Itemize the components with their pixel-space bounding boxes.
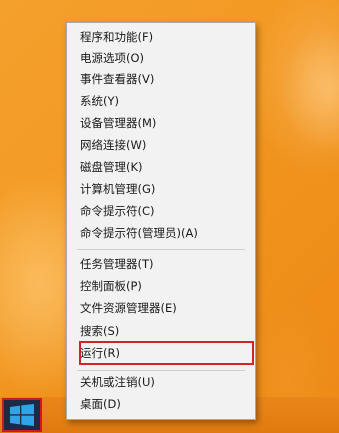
menu-item-command-prompt[interactable]: 命令提示符(C) [67, 201, 255, 222]
menu-item-task-manager[interactable]: 任务管理器(T) [67, 254, 255, 275]
menu-item-device-manager[interactable]: 设备管理器(M) [67, 113, 255, 134]
menu-item-power-options[interactable]: 电源选项(O) [67, 48, 255, 69]
menu-item-control-panel[interactable]: 控制面板(P) [67, 276, 255, 297]
menu-item-event-viewer[interactable]: 事件查看器(V) [67, 69, 255, 90]
menu-separator [77, 370, 245, 371]
wallpaper-swoosh [250, 0, 339, 180]
start-button[interactable] [2, 398, 42, 432]
menu-item-programs-features[interactable]: 程序和功能(F) [67, 27, 255, 48]
menu-item-command-prompt-admin[interactable]: 命令提示符(管理员)(A) [67, 223, 255, 244]
winx-context-menu: 程序和功能(F) 电源选项(O) 事件查看器(V) 系统(Y) 设备管理器(M)… [66, 22, 256, 420]
menu-item-shutdown-signout[interactable]: 关机或注销(U) [67, 372, 255, 393]
menu-separator [77, 249, 245, 250]
menu-item-file-explorer[interactable]: 文件资源管理器(E) [67, 298, 255, 319]
menu-item-disk-management[interactable]: 磁盘管理(K) [67, 157, 255, 178]
menu-item-search[interactable]: 搜索(S) [67, 321, 255, 342]
menu-item-system[interactable]: 系统(Y) [67, 91, 255, 112]
run-highlight-box [79, 341, 254, 365]
windows-logo-icon [10, 404, 34, 426]
menu-item-desktop[interactable]: 桌面(D) [67, 394, 255, 415]
menu-item-network-connections[interactable]: 网络连接(W) [67, 135, 255, 156]
menu-item-computer-management[interactable]: 计算机管理(G) [67, 179, 255, 200]
